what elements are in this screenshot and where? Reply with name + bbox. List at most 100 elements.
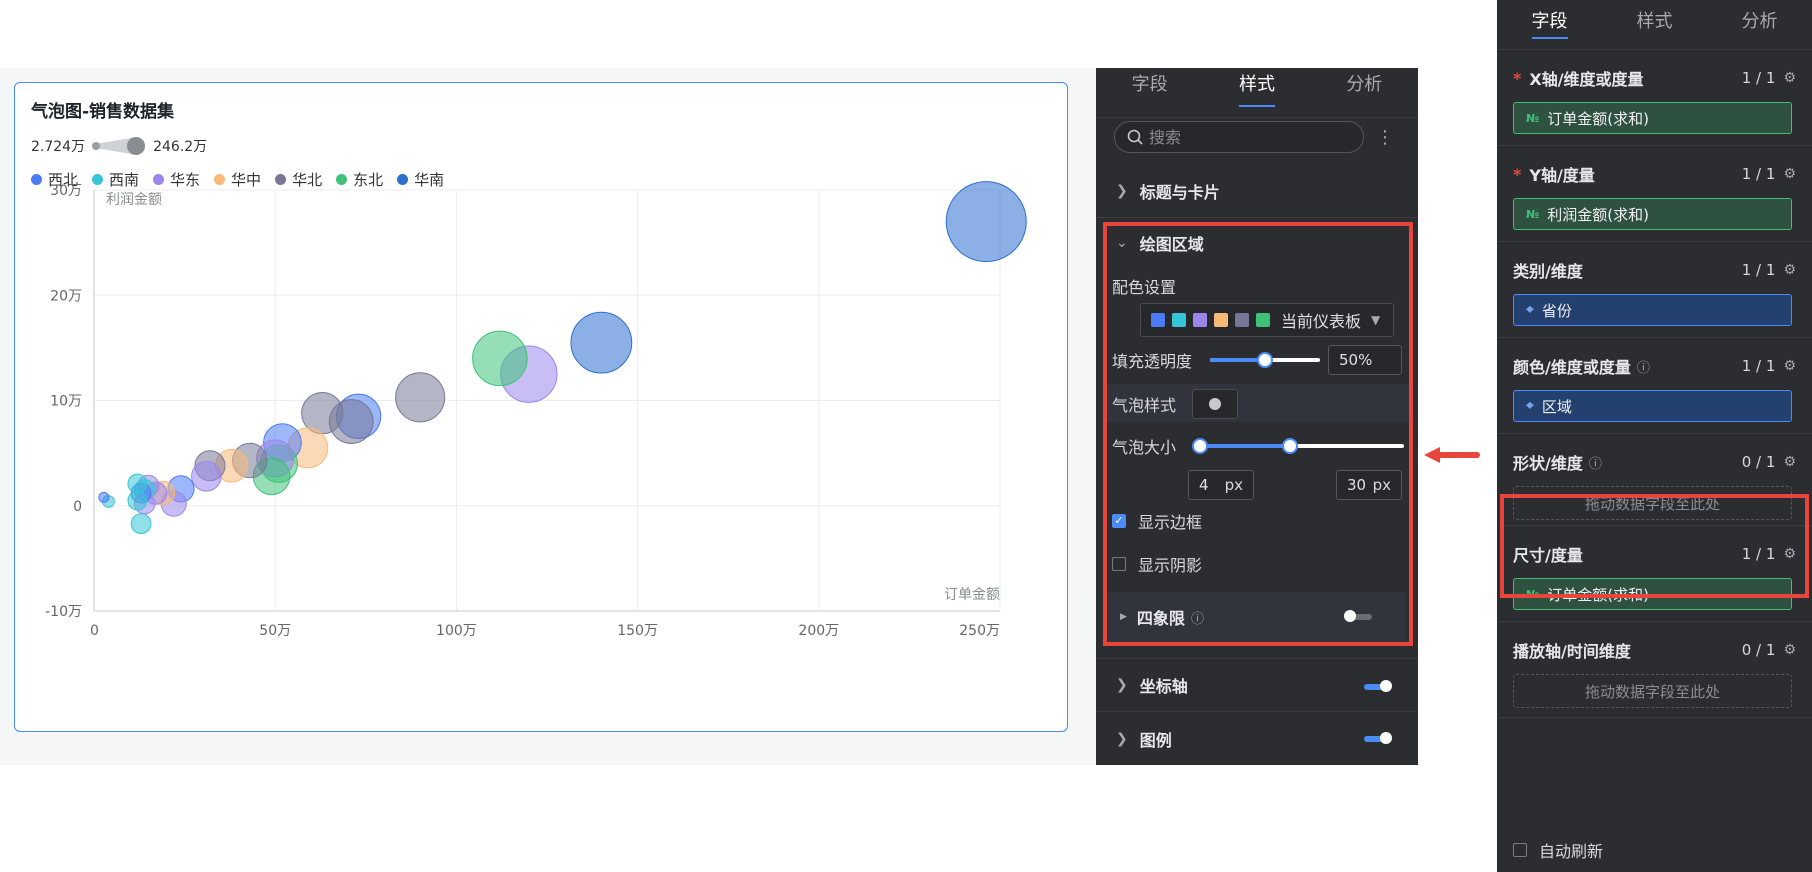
- required-icon: *: [1513, 68, 1522, 88]
- section-axis[interactable]: ❯ 坐标轴: [1096, 658, 1418, 712]
- field-section-header: * X轴/维度或度量 1 / 1 ⚙: [1513, 66, 1796, 90]
- plot-area-highlight: [1103, 222, 1413, 646]
- y-tick-label: -10万: [45, 604, 82, 620]
- section-legend-label: 图例: [1139, 730, 1172, 750]
- field-pill[interactable]: ⌖ 区域: [1513, 390, 1792, 422]
- gear-icon[interactable]: ⚙: [1783, 358, 1796, 374]
- section-legend[interactable]: ❯ 图例: [1096, 712, 1418, 765]
- field-section-header: 播放轴/时间维度 0 / 1 ⚙: [1513, 638, 1796, 662]
- gear-icon[interactable]: ⚙: [1783, 262, 1796, 278]
- required-icon: *: [1513, 164, 1522, 184]
- drop-placeholder: 拖动数据字段至此处: [1584, 682, 1720, 701]
- gear-icon[interactable]: ⚙: [1783, 642, 1796, 658]
- tab-style[interactable]: 样式: [1602, 0, 1707, 49]
- field-count: 1 / 1: [1741, 357, 1776, 375]
- field-count: 1 / 1: [1741, 261, 1776, 279]
- x-tick-label: 250万: [959, 623, 1000, 639]
- field-section-label: 类别/维度: [1513, 262, 1583, 281]
- gear-icon[interactable]: ⚙: [1783, 70, 1796, 86]
- location-pin-icon: ⌖: [1526, 302, 1534, 318]
- search-icon: [1127, 129, 1143, 145]
- field-count: 0 / 1: [1741, 641, 1776, 659]
- shape-field-highlight: [1500, 494, 1809, 598]
- section-axis-label: 坐标轴: [1139, 677, 1188, 696]
- bubble-point: [127, 473, 148, 494]
- measure-icon: №: [1526, 207, 1540, 221]
- measure-icon: №: [1526, 111, 1540, 125]
- field-section-header: 颜色/维度或度量 ⓘ 1 / 1 ⚙: [1513, 354, 1796, 378]
- field-section-label: 形状/维度: [1513, 454, 1583, 473]
- field-pill[interactable]: № 利润金额(求和): [1513, 198, 1792, 230]
- legend-toggle[interactable]: [1364, 732, 1392, 744]
- x-tick-label: 150万: [617, 623, 658, 639]
- auto-refresh-row[interactable]: 自动刷新: [1513, 838, 1603, 862]
- section-title-card-label: 标题与卡片: [1139, 182, 1220, 202]
- info-icon: ⓘ: [1588, 456, 1602, 472]
- field-count: 1 / 1: [1741, 165, 1776, 183]
- field-panel-tabs: 字段 样式 分析: [1497, 0, 1812, 50]
- field-pill[interactable]: № 订单金额(求和): [1513, 102, 1792, 134]
- gear-icon[interactable]: ⚙: [1783, 166, 1796, 182]
- x-tick-label: 200万: [798, 623, 839, 639]
- bubble-point: [127, 490, 148, 511]
- axis-toggle[interactable]: [1364, 680, 1392, 692]
- y-tick-label: 10万: [50, 394, 82, 410]
- y-axis-title: 利润金额: [106, 192, 162, 208]
- field-section-header: 形状/维度 ⓘ 0 / 1 ⚙: [1513, 450, 1796, 474]
- field-pill-label: 省份: [1541, 301, 1572, 320]
- field-section-label: 颜色/维度或度量: [1513, 358, 1631, 377]
- field-pill-label: 订单金额(求和): [1547, 109, 1649, 128]
- chevron-right-icon: ❯: [1116, 677, 1128, 693]
- y-tick-label: 20万: [50, 288, 82, 304]
- bubble-point: [130, 513, 152, 535]
- chart-card[interactable]: 气泡图-销售数据集 2.724万 246.2万 西北 西南 华东 华中 华北 东北 华南 -…: [14, 82, 1068, 732]
- tab-analysis[interactable]: 分析: [1311, 68, 1418, 117]
- field-pill[interactable]: ⌖ 省份: [1513, 294, 1792, 326]
- more-vertical-icon[interactable]: ⋮: [1376, 127, 1394, 148]
- y-tick-label: 0: [73, 499, 82, 515]
- field-section: * X轴/维度或度量 1 / 1 ⚙ № 订单金额(求和): [1497, 50, 1812, 146]
- x-axis-title: 订单金额: [944, 587, 1000, 603]
- arrow-left-icon: [1424, 447, 1480, 463]
- bubble-point: [191, 461, 222, 492]
- bubble-point: [570, 311, 633, 374]
- field-section-label: Y轴/度量: [1529, 166, 1595, 185]
- bubble-plot: -10万 0 10万 20万 30万 0 50万 100万 150万 200万 250万 利润金额订单…: [45, 181, 1027, 639]
- x-tick-label: 50万: [259, 623, 291, 639]
- tab-fields[interactable]: 字段: [1497, 0, 1602, 49]
- y-tick-label: 30万: [50, 183, 82, 199]
- gear-icon[interactable]: ⚙: [1783, 454, 1796, 470]
- bubble-point: [98, 491, 110, 503]
- field-section-header: 类别/维度 1 / 1 ⚙: [1513, 258, 1796, 282]
- auto-refresh-label: 自动刷新: [1539, 842, 1604, 861]
- tab-style[interactable]: 样式: [1203, 68, 1310, 117]
- chevron-right-icon: ❯: [1116, 730, 1128, 747]
- field-section: * Y轴/度量 1 / 1 ⚙ № 利润金额(求和): [1497, 146, 1812, 242]
- field-section-label: 播放轴/时间维度: [1513, 642, 1631, 661]
- x-tick-label: 0: [90, 623, 99, 639]
- tab-fields[interactable]: 字段: [1096, 68, 1203, 117]
- location-pin-icon: ⌖: [1526, 398, 1534, 414]
- field-section: 类别/维度 1 / 1 ⚙ ⌖ 省份: [1497, 242, 1812, 338]
- field-section-label: X轴/维度或度量: [1529, 70, 1644, 89]
- tab-analysis[interactable]: 分析: [1707, 0, 1812, 49]
- field-panel: 字段 样式 分析 * X轴/维度或度量 1 / 1 ⚙ № 订单金额(求和) * Y轴/度量 1…: [1497, 0, 1812, 872]
- style-panel-tabs: 字段 样式 分析: [1096, 68, 1418, 118]
- field-drop-zone[interactable]: 拖动数据字段至此处: [1513, 674, 1792, 708]
- info-icon: ⓘ: [1636, 360, 1650, 376]
- section-title-card[interactable]: ❯ 标题与卡片: [1096, 164, 1418, 218]
- field-section: 播放轴/时间维度 0 / 1 ⚙ 拖动数据字段至此处: [1497, 622, 1812, 718]
- field-count: 0 / 1: [1741, 453, 1776, 471]
- bubble-point: [945, 181, 1027, 263]
- x-tick-label: 100万: [436, 623, 477, 639]
- auto-refresh-checkbox[interactable]: [1513, 843, 1527, 857]
- chevron-right-icon: ❯: [1116, 182, 1128, 199]
- search-box[interactable]: [1114, 121, 1364, 153]
- search-row: ⋮: [1114, 120, 1404, 154]
- field-section-header: * Y轴/度量 1 / 1 ⚙: [1513, 162, 1796, 186]
- field-count: 1 / 1: [1741, 69, 1776, 87]
- field-section: 颜色/维度或度量 ⓘ 1 / 1 ⚙ ⌖ 区域: [1497, 338, 1812, 434]
- field-pill-label: 区域: [1541, 397, 1572, 416]
- bubble-point: [472, 330, 528, 387]
- search-input[interactable]: [1149, 127, 1349, 147]
